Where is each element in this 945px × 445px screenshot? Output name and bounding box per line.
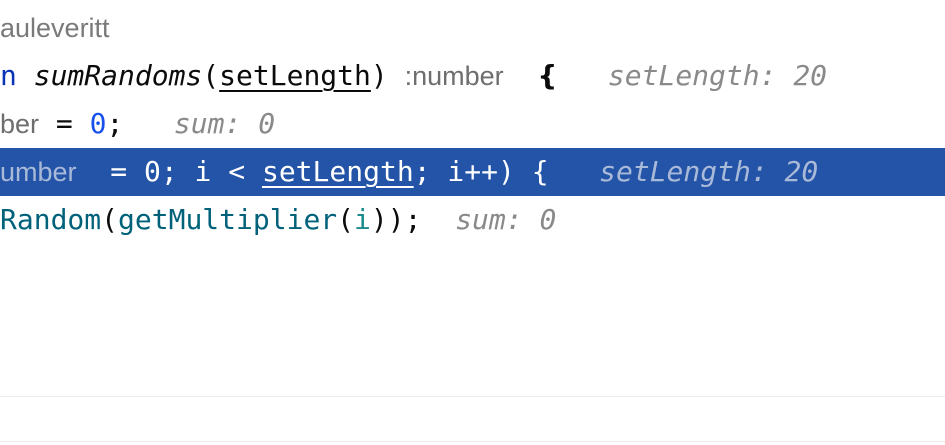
function-name[interactable]: sumRandoms: [34, 59, 203, 92]
function-call-getmultiplier[interactable]: getMultiplier: [118, 203, 337, 236]
close-paren: ): [370, 59, 388, 92]
panel-divider: [0, 441, 945, 442]
author-inlay[interactable]: auleveritt: [0, 8, 110, 48]
param-setlength[interactable]: setLength: [262, 155, 414, 188]
type-hint-fragment: ber: [0, 109, 40, 139]
function-call-random[interactable]: Random: [0, 203, 101, 236]
open-paren: (: [337, 203, 355, 236]
code-line-sum-declaration[interactable]: ber = 0; sum: 0: [0, 100, 275, 148]
debug-value-hint: sum: 0: [173, 107, 276, 140]
panel-divider: [0, 396, 945, 397]
code-line-for-loop-selected[interactable]: umber = 0; i < setLength; i++) { setLeng…: [0, 148, 945, 196]
code-line-function-call[interactable]: Random(getMultiplier(i)); sum: 0: [0, 196, 556, 244]
number-literal: 0: [89, 107, 107, 140]
loop-code: ; i++) {: [413, 155, 549, 188]
param-setlength[interactable]: setLength: [219, 59, 371, 92]
open-brace: {: [537, 59, 558, 92]
assign-operator: =: [39, 107, 90, 140]
type-hint-fragment: umber: [0, 157, 77, 187]
open-paren: (: [202, 59, 220, 92]
debug-value-hint: setLength: 20: [607, 59, 828, 92]
keyword-fragment: n: [0, 59, 17, 92]
debug-value-hint: sum: 0: [455, 203, 557, 236]
open-paren: (: [101, 203, 119, 236]
code-line-function-declaration[interactable]: n sumRandoms(setLength) :number { setLen…: [0, 52, 827, 100]
close-parens: ));: [370, 203, 422, 236]
code-editor[interactable]: auleveritt n sumRandoms(setLength) :numb…: [0, 0, 945, 445]
return-type-hint: :number: [404, 61, 504, 91]
loop-code: = 0; i <: [93, 155, 262, 188]
debug-value-hint: setLength: 20: [599, 155, 819, 188]
loop-variable[interactable]: i: [354, 203, 371, 236]
semicolon: ;: [106, 107, 124, 140]
